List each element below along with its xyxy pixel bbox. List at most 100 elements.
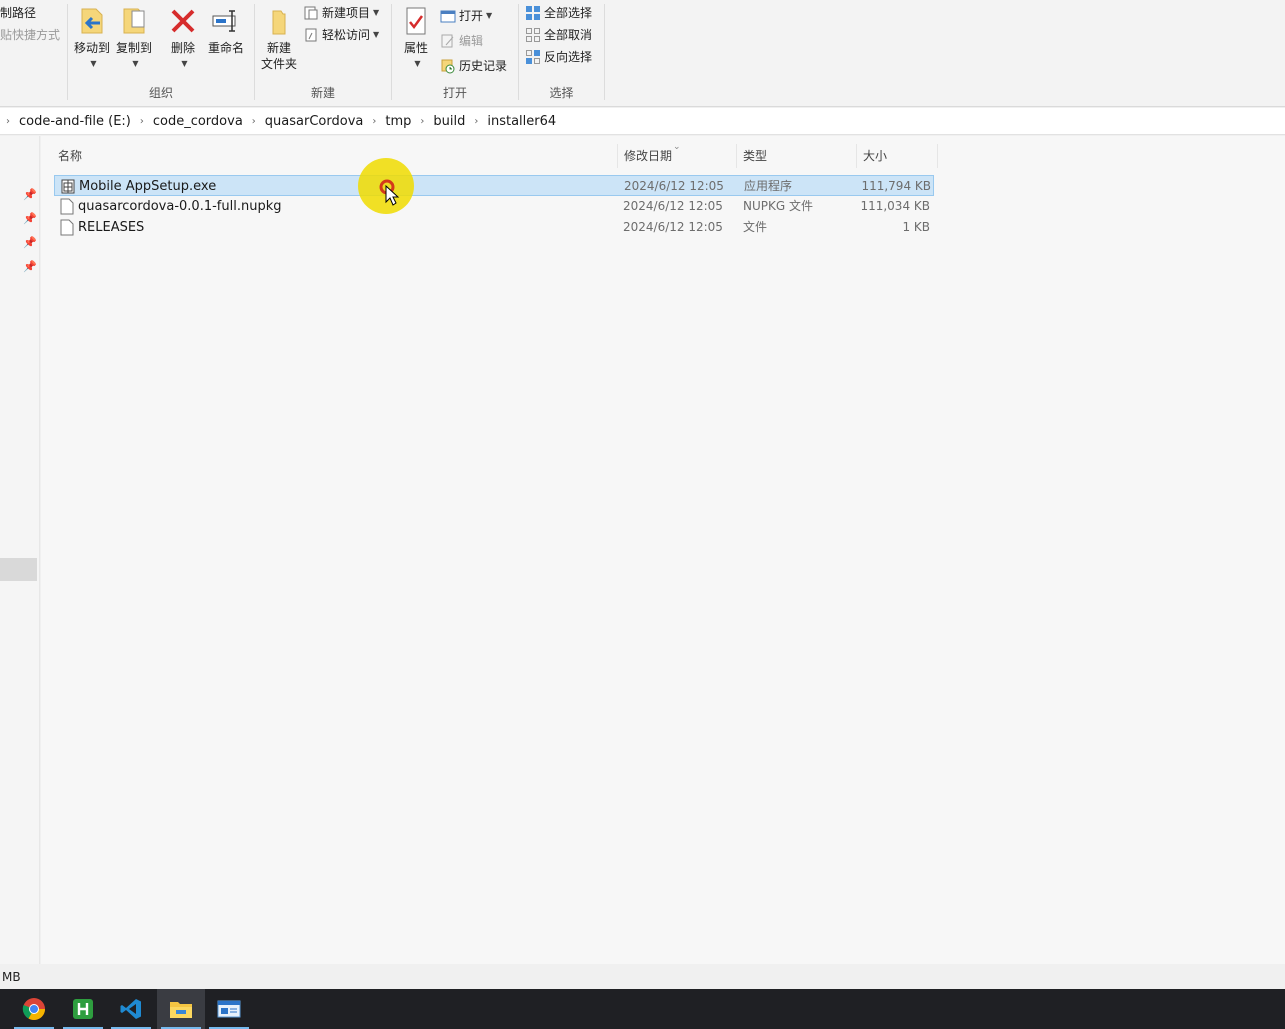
delete-button[interactable]: 删除 ▼ bbox=[166, 5, 200, 72]
chevron-right-icon[interactable]: › bbox=[252, 116, 256, 127]
column-header-date[interactable]: 修改日期 ⌄ bbox=[619, 142, 737, 168]
chevron-down-icon: ▼ bbox=[414, 59, 421, 68]
history-label: 历史记录 bbox=[459, 59, 508, 73]
taskbar-file-explorer[interactable] bbox=[157, 989, 205, 1029]
taskbar-app[interactable] bbox=[205, 989, 253, 1029]
breadcrumb-drive[interactable]: code-and-file (E:) bbox=[19, 114, 131, 129]
file-row-releases[interactable]: RELEASES 2024/6/12 12:05 文件 1 KB bbox=[54, 217, 934, 238]
breadcrumb-quasarcordova[interactable]: quasarCordova bbox=[265, 114, 364, 129]
file-name: Mobile AppSetup.exe bbox=[79, 179, 217, 194]
new-folder-button[interactable]: 新建 文件夹 bbox=[259, 5, 299, 72]
column-header-date-label: 修改日期 bbox=[624, 149, 673, 163]
history-button[interactable]: 历史记录 bbox=[440, 56, 507, 76]
select-none-button[interactable]: 全部取消 bbox=[525, 25, 592, 45]
file-size: 1 KB bbox=[902, 220, 930, 234]
select-none-icon bbox=[526, 28, 540, 42]
chevron-down-icon: ▼ bbox=[181, 59, 188, 68]
column-header-type[interactable]: 类型 bbox=[738, 144, 857, 168]
file-type: 应用程序 bbox=[744, 179, 793, 193]
copy-to-button[interactable]: 复制到 ▼ bbox=[114, 5, 154, 72]
chevron-down-icon: ▼ bbox=[132, 59, 139, 68]
chevron-right-icon[interactable]: › bbox=[140, 116, 144, 127]
copy-to-icon bbox=[123, 8, 145, 34]
address-bar[interactable]: › code-and-file (E:) › code_cordova › qu… bbox=[0, 108, 1285, 135]
column-header-name[interactable]: 名称 bbox=[53, 144, 618, 168]
breadcrumb-build[interactable]: build bbox=[433, 114, 465, 129]
copy-path-button[interactable]: 制路径 bbox=[0, 3, 36, 23]
chevron-down-icon: ▼ bbox=[373, 30, 380, 39]
nav-item-selected[interactable] bbox=[0, 558, 37, 581]
select-all-icon bbox=[526, 6, 540, 20]
status-text: MB bbox=[2, 970, 21, 984]
new-item-label: 新建项目 bbox=[322, 6, 371, 20]
hbuilder-icon bbox=[73, 999, 93, 1019]
chevron-right-icon[interactable]: › bbox=[420, 116, 424, 127]
select-all-button[interactable]: 全部选择 bbox=[525, 3, 592, 23]
chrome-icon bbox=[22, 998, 45, 1020]
app-window-icon bbox=[217, 1000, 241, 1018]
file-row-setup-exe[interactable]: Mobile AppSetup.exe 2024/6/12 12:05 应用程序… bbox=[54, 175, 934, 196]
pin-icon[interactable]: 📌 bbox=[23, 212, 37, 225]
vscode-icon bbox=[120, 999, 141, 1019]
organize-group: 移动到 ▼ 复制到 ▼ 删除 ▼ 重命名 组织 bbox=[68, 0, 254, 106]
new-group: 新建 文件夹 新建项目 ▼ 轻松访问 ▼ 新建 bbox=[255, 0, 391, 106]
paste-shortcut-label: 贴快捷方式 bbox=[0, 28, 61, 42]
open-button[interactable]: 打开 ▼ bbox=[440, 6, 492, 26]
edit-button[interactable]: 编辑 bbox=[440, 31, 483, 51]
select-all-label: 全部选择 bbox=[544, 6, 593, 20]
copy-to-label: 复制到 bbox=[115, 41, 152, 55]
paste-shortcut-button[interactable]: 贴快捷方式 bbox=[0, 25, 60, 45]
breadcrumb-code-cordova[interactable]: code_cordova bbox=[153, 114, 243, 129]
file-icon bbox=[60, 219, 74, 236]
pin-icon[interactable]: 📌 bbox=[23, 188, 37, 201]
file-row-nupkg[interactable]: quasarcordova-0.0.1-full.nupkg 2024/6/12… bbox=[54, 196, 934, 217]
chevron-right-icon[interactable]: › bbox=[474, 116, 478, 127]
delete-label: 删除 bbox=[170, 41, 195, 55]
easy-access-icon bbox=[305, 28, 317, 42]
history-icon bbox=[441, 59, 455, 74]
rename-icon bbox=[212, 10, 236, 32]
move-to-label: 移动到 bbox=[73, 41, 110, 55]
edit-icon bbox=[441, 34, 454, 48]
taskbar-chrome[interactable] bbox=[10, 989, 58, 1029]
navigation-pane: 📌 📌 📌 📌 bbox=[0, 136, 40, 964]
pin-icon[interactable]: 📌 bbox=[23, 260, 37, 273]
easy-access-label: 轻松访问 bbox=[322, 28, 371, 42]
file-date: 2024/6/12 12:05 bbox=[623, 199, 723, 213]
easy-access-button[interactable]: 轻松访问 ▼ bbox=[303, 25, 379, 45]
file-size: 111,794 KB bbox=[861, 179, 931, 193]
properties-button[interactable]: 属性 ▼ bbox=[398, 5, 434, 72]
file-list: 名称 修改日期 ⌄ 类型 大小 Mobile AppSetup.exe 2024… bbox=[41, 136, 1285, 964]
file-size: 111,034 KB bbox=[860, 199, 930, 213]
new-folder-label-line1: 新建 bbox=[266, 41, 291, 55]
mouse-cursor-icon bbox=[379, 179, 400, 206]
ribbon: 制路径 贴快捷方式 移动到 ▼ 复制到 ▼ 删除 ▼ 重命名 组织 新建 文件夹… bbox=[0, 0, 1285, 107]
move-to-icon bbox=[81, 8, 103, 34]
new-group-label: 新建 bbox=[310, 86, 335, 100]
copy-path-label: 制路径 bbox=[0, 6, 37, 20]
file-icon bbox=[60, 198, 74, 215]
invert-selection-button[interactable]: 反向选择 bbox=[525, 47, 592, 67]
properties-icon bbox=[406, 7, 426, 35]
invert-selection-label: 反向选择 bbox=[544, 50, 593, 64]
pin-icon[interactable]: 📌 bbox=[23, 236, 37, 249]
move-to-button[interactable]: 移动到 ▼ bbox=[72, 5, 112, 72]
breadcrumb-installer64[interactable]: installer64 bbox=[487, 114, 556, 129]
select-group-label: 选择 bbox=[549, 86, 574, 100]
file-name: RELEASES bbox=[78, 220, 145, 235]
taskbar-hbuilder[interactable] bbox=[59, 989, 107, 1029]
breadcrumb-tmp[interactable]: tmp bbox=[385, 114, 411, 129]
chevron-right-icon[interactable]: › bbox=[372, 116, 376, 127]
chevron-down-icon: ▼ bbox=[373, 8, 380, 17]
installer-file-icon bbox=[61, 179, 75, 194]
clipboard-group: 制路径 贴快捷方式 bbox=[0, 0, 67, 106]
sort-indicator-icon: ⌄ bbox=[673, 142, 681, 152]
rename-label: 重命名 bbox=[207, 41, 244, 55]
open-group: 属性 ▼ 打开 ▼ 编辑 历史记录 打开 bbox=[392, 0, 518, 106]
select-group: 全部选择 全部取消 反向选择 选择 bbox=[519, 0, 604, 106]
file-type: NUPKG 文件 bbox=[743, 199, 813, 213]
rename-button[interactable]: 重命名 bbox=[205, 5, 247, 56]
taskbar-vscode[interactable] bbox=[107, 989, 155, 1029]
column-header-size[interactable]: 大小 bbox=[858, 144, 938, 168]
new-item-button[interactable]: 新建项目 ▼ bbox=[303, 3, 379, 23]
